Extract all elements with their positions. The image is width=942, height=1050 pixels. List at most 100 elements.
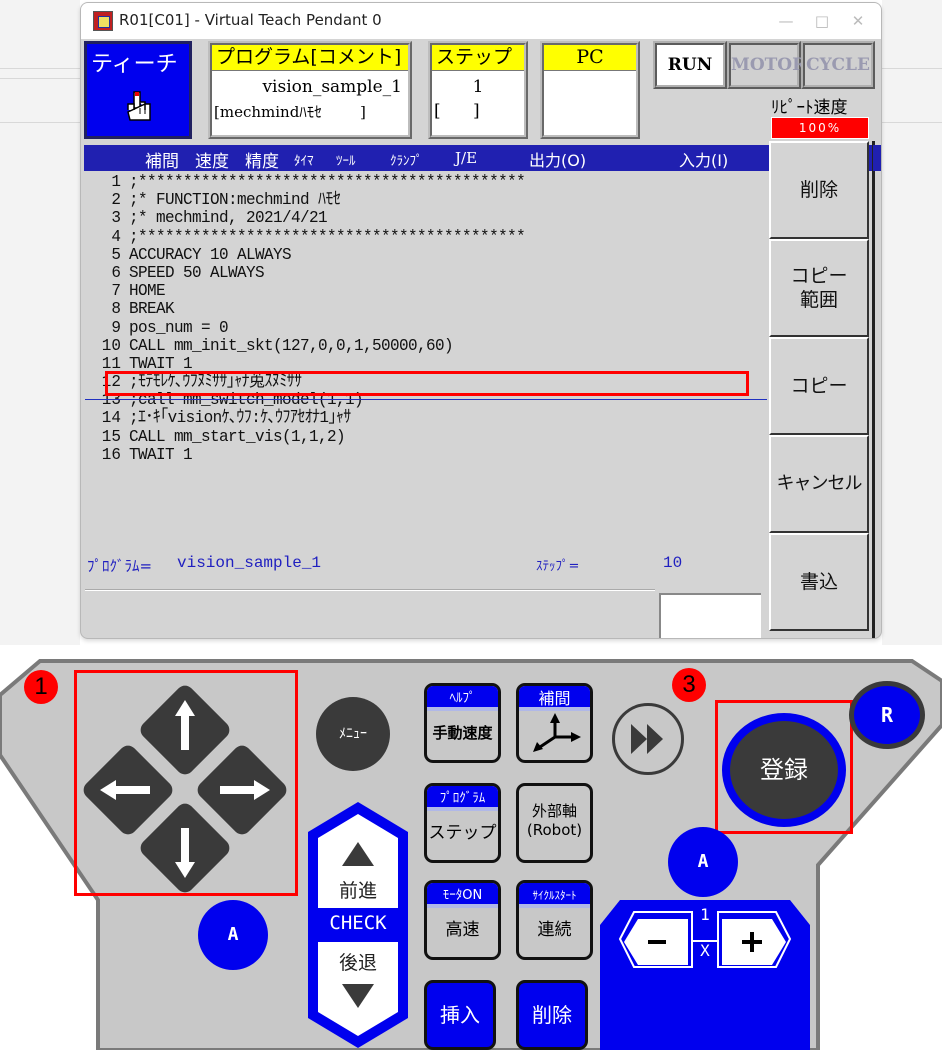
check-forward-button[interactable]: 前進 <box>306 876 410 903</box>
r-button[interactable]: R <box>849 681 925 749</box>
speed-fraction-denominator: X <box>700 941 710 960</box>
a-button-left[interactable]: A <box>198 900 268 970</box>
insert-key[interactable]: 挿入 <box>424 980 496 1050</box>
step-field[interactable]: ステップ 1 [ ] <box>428 41 528 139</box>
copy-range-button[interactable]: コピー 範囲 <box>769 239 869 337</box>
repeat-speed-label: ﾘﾋﾟｰﾄ速度 <box>771 98 848 118</box>
program-line[interactable]: 2 ;* FUNCTION:mechmind ﾊﾓｾ <box>87 191 757 210</box>
title-bar: R01[C01] - Virtual Teach Pendant 0 — □ ✕ <box>81 3 881 39</box>
help-manual-speed-key[interactable]: ﾍﾙﾌﾟ 手動速度 <box>424 683 501 763</box>
footer-divider <box>85 589 655 591</box>
key-bottom-label: ステップ <box>428 823 497 843</box>
run-status-button[interactable]: RUN <box>653 41 727 89</box>
cycle-status-button[interactable]: CYCLE <box>801 41 875 89</box>
write-button[interactable]: 書込 <box>769 533 869 631</box>
motor-on-high-speed-key[interactable]: ﾓｰﾀON 高速 <box>424 880 501 960</box>
pc-value <box>544 71 636 75</box>
desktop-background-left <box>0 0 80 645</box>
minimize-button[interactable]: — <box>771 9 801 33</box>
column-timer: ﾀｲﾏ <box>294 154 314 169</box>
program-listing[interactable]: 1 ;**************************************… <box>87 173 757 465</box>
column-clamp: ｸﾗﾝﾌﾟ <box>390 154 423 169</box>
program-line[interactable]: 3 ;* mechmind, 2021/4/21 <box>87 209 757 228</box>
key-top-label: 補間 <box>519 686 590 711</box>
column-interpolation: 補間 <box>145 152 179 172</box>
delete-button[interactable]: 削除 <box>769 141 869 239</box>
column-output: 出力(O) <box>529 151 587 170</box>
desktop-background-right <box>882 0 942 645</box>
speed-minus-button[interactable] <box>614 915 696 969</box>
column-header: 補間 速度 精度 ﾀｲﾏ ﾂｰﾙ ｸﾗﾝﾌﾟ J/E 出力(O) 入力(I) <box>84 145 880 172</box>
annotation-badge-1: 1 <box>24 670 58 704</box>
annotation-badge-3: 3 <box>672 668 706 702</box>
copy-button[interactable]: コピー <box>769 337 869 435</box>
footer-program-value: vision_sample_1 <box>177 554 322 572</box>
speed-fraction-numerator: 1 <box>700 905 710 924</box>
coordinate-axes-icon <box>532 713 581 752</box>
key-bottom-label: 外部軸 (Robot) <box>526 802 583 839</box>
key-bottom-label: 高速 <box>445 920 480 940</box>
minus-icon <box>624 919 688 965</box>
close-button[interactable]: ✕ <box>843 9 873 33</box>
teach-hand-icon <box>127 91 151 121</box>
teach-mode-label: ティーチ <box>91 52 178 77</box>
footer-program-label: ﾌﾟﾛｸﾞﾗﾑ= <box>87 557 153 575</box>
key-bottom-label: 手動速度 <box>432 724 493 742</box>
plus-icon <box>722 919 786 965</box>
program-name: vision_sample_1 <box>262 77 402 97</box>
highlight-box-line-10 <box>105 371 749 396</box>
program-line[interactable]: 1 ;**************************************… <box>87 173 757 192</box>
speed-adjust-control: 1 X <box>600 895 810 1050</box>
window-title: R01[C01] - Virtual Teach Pendant 0 <box>119 11 382 29</box>
pendant-keypad: 1 3 A ﾒﾆｭｰ ﾍﾙﾌﾟ 手動速度 補間 ﾌﾟﾛｸﾞﾗﾑ ステップ 外部軸… <box>0 655 942 1050</box>
current-line-cursor <box>85 399 767 400</box>
key-top-label: ﾓｰﾀON <box>427 883 498 908</box>
footer-step-value: 10 <box>663 554 683 572</box>
program-line[interactable]: 9 pos_num = 0 <box>87 318 757 337</box>
external-axis-key[interactable]: 外部軸 (Robot) <box>516 783 593 863</box>
program-step-key[interactable]: ﾌﾟﾛｸﾞﾗﾑ ステップ <box>424 783 501 863</box>
program-line[interactable]: 7 HOME <box>87 282 757 301</box>
check-backward-button[interactable]: 後退 <box>306 948 410 975</box>
delete-key[interactable]: 削除 <box>516 980 588 1050</box>
key-top-label: ﾍﾙﾌﾟ <box>427 686 498 711</box>
column-je: J/E <box>455 149 478 167</box>
program-line[interactable]: 4 ;**************************************… <box>87 227 757 246</box>
program-line[interactable]: 14 ;ｴ･ｷ｢visionｹ､ｳﾌ:ｹ､ｳﾌｱｾｵﾅ1｣ｬｻ <box>87 409 757 428</box>
program-line[interactable]: 16 TWAIT 1 <box>87 445 757 464</box>
check-label: CHECK <box>329 912 387 934</box>
program-field[interactable]: プログラム[コメント] vision_sample_1 [mechmindﾊﾓｾ… <box>208 41 412 139</box>
speed-plus-button[interactable] <box>714 915 796 969</box>
program-line-current[interactable]: 10 CALL mm_init_skt(127,0,0,1,50000,60) <box>87 336 757 355</box>
program-line[interactable]: 15 CALL mm_start_vis(1,1,2) <box>87 427 757 446</box>
footer-input-field[interactable] <box>659 593 761 638</box>
pc-field-heading: PC <box>544 45 636 71</box>
motor-status-button[interactable]: MOTOR <box>727 41 806 89</box>
menu-button[interactable]: ﾒﾆｭｰ <box>316 697 390 771</box>
scrollbar-track[interactable] <box>872 141 875 638</box>
teach-pendant-window: R01[C01] - Virtual Teach Pendant 0 — □ ✕… <box>80 2 882 639</box>
fast-forward-icon <box>631 724 663 754</box>
column-speed: 速度 <box>195 152 229 172</box>
program-comment: [mechmindﾊﾓｾ ] <box>214 103 366 121</box>
cancel-button[interactable]: キャンセル <box>769 435 869 533</box>
step-number: 1 <box>472 77 484 97</box>
program-field-heading: プログラム[コメント] <box>212 45 408 71</box>
program-line[interactable]: 8 BREAK <box>87 300 757 319</box>
program-line[interactable]: 6 SPEED 50 ALWAYS <box>87 263 757 282</box>
scrollbar-thumb[interactable] <box>873 145 881 171</box>
side-button-panel: 削除 コピー 範囲 コピー キャンセル 書込 <box>769 141 869 631</box>
highlight-box-register <box>715 700 853 834</box>
repeat-speed-indicator[interactable]: 100% <box>771 117 869 139</box>
teach-mode-button[interactable]: ティーチ <box>84 41 192 139</box>
a-button-right[interactable]: A <box>668 827 738 897</box>
maximize-button[interactable]: □ <box>807 9 837 33</box>
program-line[interactable]: 5 ACCURACY 10 ALWAYS <box>87 245 757 264</box>
step-field-heading: ステップ <box>432 45 524 71</box>
app-icon <box>93 11 113 31</box>
fast-forward-button[interactable] <box>612 703 684 775</box>
pc-field[interactable]: PC <box>540 41 640 139</box>
interpolation-key[interactable]: 補間 <box>516 683 593 763</box>
key-bottom-label: 連続 <box>537 920 572 940</box>
cycle-start-continuous-key[interactable]: ｻｲｸﾙｽﾀｰﾄ 連続 <box>516 880 593 960</box>
